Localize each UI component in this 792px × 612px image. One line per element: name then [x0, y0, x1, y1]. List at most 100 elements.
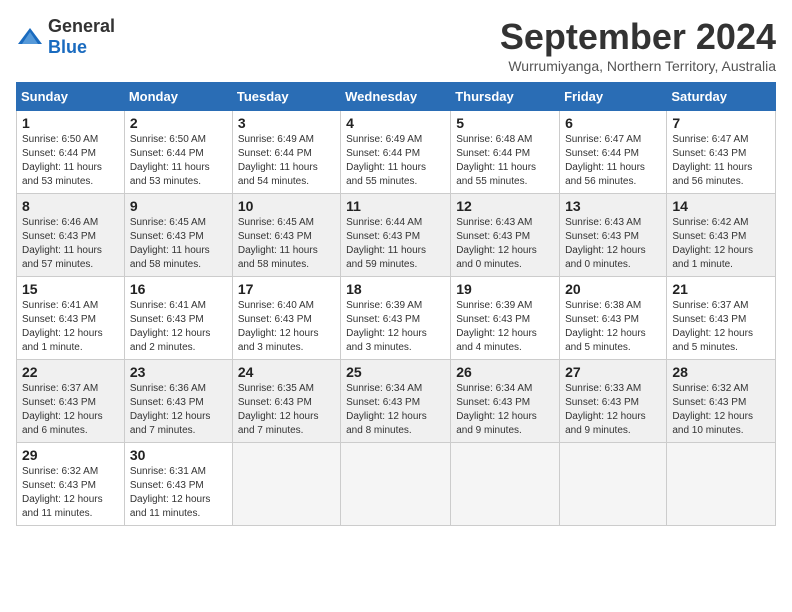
day-number: 9: [130, 198, 227, 214]
day-number: 14: [672, 198, 770, 214]
week-row-1: 1Sunrise: 6:50 AM Sunset: 6:44 PM Daylig…: [17, 111, 776, 194]
day-number: 3: [238, 115, 335, 131]
calendar-table: SundayMondayTuesdayWednesdayThursdayFrid…: [16, 82, 776, 526]
day-number: 17: [238, 281, 335, 297]
logo: General Blue: [16, 16, 115, 58]
day-detail: Sunrise: 6:50 AM Sunset: 6:44 PM Dayligh…: [130, 133, 227, 189]
day-detail: Sunrise: 6:39 AM Sunset: 6:43 PM Dayligh…: [346, 299, 445, 355]
day-detail: Sunrise: 6:35 AM Sunset: 6:43 PM Dayligh…: [238, 382, 335, 438]
day-detail: Sunrise: 6:41 AM Sunset: 6:43 PM Dayligh…: [22, 299, 119, 355]
calendar-cell: [341, 443, 451, 526]
day-number: 25: [346, 364, 445, 380]
day-number: 15: [22, 281, 119, 297]
calendar-cell: 13 Sunrise: 6:43 AM Sunset: 6:43 PM Dayli…: [560, 194, 667, 277]
day-detail: Sunrise: 6:36 AM Sunset: 6:43 PM Dayligh…: [130, 382, 227, 438]
calendar-cell: 4 Sunrise: 6:49 AM Sunset: 6:44 PM Daylig…: [341, 111, 451, 194]
calendar-cell: [451, 443, 560, 526]
day-number: 18: [346, 281, 445, 297]
day-number: 19: [456, 281, 554, 297]
calendar-cell: 10Sunrise: 6:45 AM Sunset: 6:43 PM Dayli…: [232, 194, 340, 277]
calendar-cell: 2 Sunrise: 6:50 AM Sunset: 6:44 PM Daylig…: [124, 111, 232, 194]
header-sunday: Sunday: [17, 83, 125, 111]
calendar-cell: 26 Sunrise: 6:34 AM Sunset: 6:43 PM Dayli…: [451, 360, 560, 443]
calendar-cell: 23 Sunrise: 6:36 AM Sunset: 6:43 PM Dayli…: [124, 360, 232, 443]
day-number: 23: [130, 364, 227, 380]
calendar-cell: 6 Sunrise: 6:47 AM Sunset: 6:44 PM Daylig…: [560, 111, 667, 194]
calendar-cell: 12 Sunrise: 6:43 AM Sunset: 6:43 PM Dayli…: [451, 194, 560, 277]
day-number: 4: [346, 115, 445, 131]
day-detail: Sunrise: 6:43 AM Sunset: 6:43 PM Dayligh…: [565, 216, 661, 272]
day-number: 24: [238, 364, 335, 380]
day-detail: Sunrise: 6:37 AM Sunset: 6:43 PM Dayligh…: [22, 382, 119, 438]
day-number: 22: [22, 364, 119, 380]
day-detail: Sunrise: 6:46 AM Sunset: 6:43 PM Dayligh…: [22, 216, 119, 272]
calendar-cell: 1Sunrise: 6:50 AM Sunset: 6:44 PM Daylig…: [17, 111, 125, 194]
header-tuesday: Tuesday: [232, 83, 340, 111]
day-detail: Sunrise: 6:39 AM Sunset: 6:43 PM Dayligh…: [456, 299, 554, 355]
header-friday: Friday: [560, 83, 667, 111]
calendar-cell: 17 Sunrise: 6:40 AM Sunset: 6:43 PM Dayli…: [232, 277, 340, 360]
page-header: General Blue September 2024 Wurrumiyanga…: [16, 16, 776, 74]
day-number: 2: [130, 115, 227, 131]
location-subtitle: Wurrumiyanga, Northern Territory, Austra…: [500, 58, 776, 74]
day-detail: Sunrise: 6:32 AM Sunset: 6:43 PM Dayligh…: [22, 465, 119, 521]
day-number: 21: [672, 281, 770, 297]
calendar-cell: 25 Sunrise: 6:34 AM Sunset: 6:43 PM Dayli…: [341, 360, 451, 443]
day-detail: Sunrise: 6:43 AM Sunset: 6:43 PM Dayligh…: [456, 216, 554, 272]
day-detail: Sunrise: 6:32 AM Sunset: 6:43 PM Dayligh…: [672, 382, 770, 438]
calendar-cell: 20Sunrise: 6:38 AM Sunset: 6:43 PM Dayli…: [560, 277, 667, 360]
day-detail: Sunrise: 6:49 AM Sunset: 6:44 PM Dayligh…: [346, 133, 445, 189]
calendar-cell: [232, 443, 340, 526]
day-number: 16: [130, 281, 227, 297]
calendar-cell: 18 Sunrise: 6:39 AM Sunset: 6:43 PM Dayli…: [341, 277, 451, 360]
week-row-2: 8 Sunrise: 6:46 AM Sunset: 6:43 PM Daylig…: [17, 194, 776, 277]
day-number: 29: [22, 447, 119, 463]
calendar-cell: 30Sunrise: 6:31 AM Sunset: 6:43 PM Dayli…: [124, 443, 232, 526]
calendar-cell: 11 Sunrise: 6:44 AM Sunset: 6:43 PM Dayli…: [341, 194, 451, 277]
calendar-cell: 15 Sunrise: 6:41 AM Sunset: 6:43 PM Dayli…: [17, 277, 125, 360]
title-block: September 2024 Wurrumiyanga, Northern Te…: [500, 16, 776, 74]
day-detail: Sunrise: 6:49 AM Sunset: 6:44 PM Dayligh…: [238, 133, 335, 189]
day-detail: Sunrise: 6:42 AM Sunset: 6:43 PM Dayligh…: [672, 216, 770, 272]
month-title: September 2024: [500, 16, 776, 58]
day-detail: Sunrise: 6:47 AM Sunset: 6:43 PM Dayligh…: [672, 133, 770, 189]
day-number: 27: [565, 364, 661, 380]
logo-text: General Blue: [48, 16, 115, 58]
calendar-cell: 16Sunrise: 6:41 AM Sunset: 6:43 PM Dayli…: [124, 277, 232, 360]
calendar-cell: 27 Sunrise: 6:33 AM Sunset: 6:43 PM Dayli…: [560, 360, 667, 443]
day-number: 5: [456, 115, 554, 131]
calendar-cell: 29 Sunrise: 6:32 AM Sunset: 6:43 PM Dayli…: [17, 443, 125, 526]
day-detail: Sunrise: 6:34 AM Sunset: 6:43 PM Dayligh…: [456, 382, 554, 438]
calendar-cell: 19 Sunrise: 6:39 AM Sunset: 6:43 PM Dayli…: [451, 277, 560, 360]
calendar-cell: 24 Sunrise: 6:35 AM Sunset: 6:43 PM Dayli…: [232, 360, 340, 443]
logo-blue: Blue: [48, 37, 87, 57]
day-number: 12: [456, 198, 554, 214]
day-number: 7: [672, 115, 770, 131]
header-saturday: Saturday: [667, 83, 776, 111]
calendar-cell: 14 Sunrise: 6:42 AM Sunset: 6:43 PM Dayli…: [667, 194, 776, 277]
day-detail: Sunrise: 6:40 AM Sunset: 6:43 PM Dayligh…: [238, 299, 335, 355]
header-thursday: Thursday: [451, 83, 560, 111]
day-number: 6: [565, 115, 661, 131]
header-monday: Monday: [124, 83, 232, 111]
week-row-5: 29 Sunrise: 6:32 AM Sunset: 6:43 PM Dayli…: [17, 443, 776, 526]
day-number: 8: [22, 198, 119, 214]
calendar-cell: [560, 443, 667, 526]
day-number: 13: [565, 198, 661, 214]
day-detail: Sunrise: 6:47 AM Sunset: 6:44 PM Dayligh…: [565, 133, 661, 189]
day-detail: Sunrise: 6:45 AM Sunset: 6:43 PM Dayligh…: [130, 216, 227, 272]
day-number: 26: [456, 364, 554, 380]
day-detail: Sunrise: 6:44 AM Sunset: 6:43 PM Dayligh…: [346, 216, 445, 272]
day-number: 11: [346, 198, 445, 214]
day-detail: Sunrise: 6:45 AM Sunset: 6:43 PM Dayligh…: [238, 216, 335, 272]
calendar-cell: 28Sunrise: 6:32 AM Sunset: 6:43 PM Dayli…: [667, 360, 776, 443]
calendar-cell: 5 Sunrise: 6:48 AM Sunset: 6:44 PM Daylig…: [451, 111, 560, 194]
logo-icon: [16, 26, 44, 48]
day-detail: Sunrise: 6:38 AM Sunset: 6:43 PM Dayligh…: [565, 299, 661, 355]
calendar-cell: [667, 443, 776, 526]
header-wednesday: Wednesday: [341, 83, 451, 111]
day-detail: Sunrise: 6:48 AM Sunset: 6:44 PM Dayligh…: [456, 133, 554, 189]
day-detail: Sunrise: 6:34 AM Sunset: 6:43 PM Dayligh…: [346, 382, 445, 438]
calendar-cell: 21Sunrise: 6:37 AM Sunset: 6:43 PM Dayli…: [667, 277, 776, 360]
day-detail: Sunrise: 6:33 AM Sunset: 6:43 PM Dayligh…: [565, 382, 661, 438]
